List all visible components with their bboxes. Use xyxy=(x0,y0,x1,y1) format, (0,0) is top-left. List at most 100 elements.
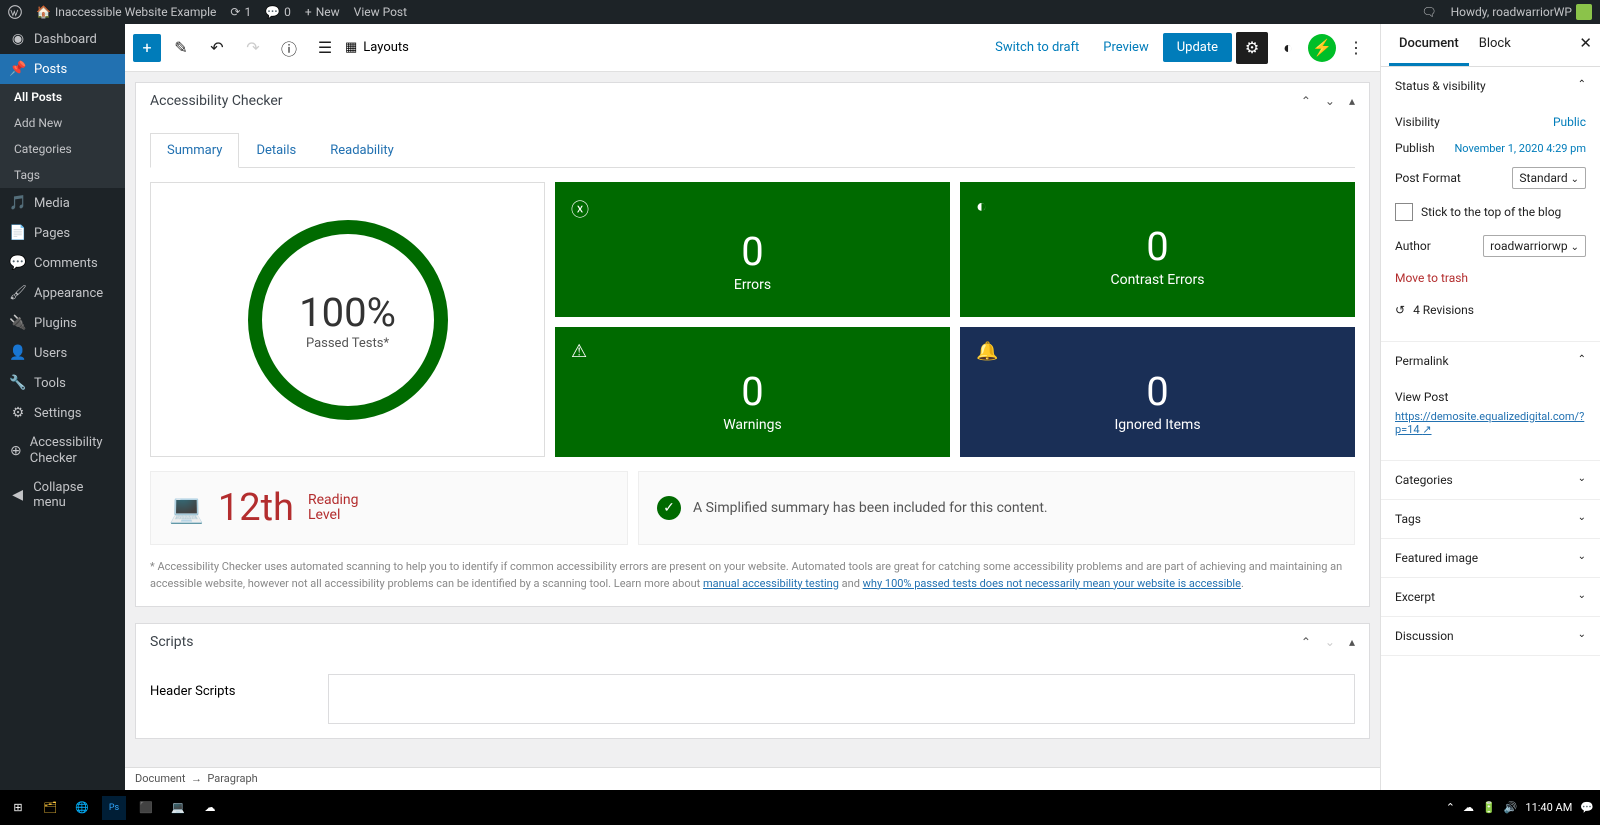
redo-button[interactable]: ↷ xyxy=(237,32,269,64)
app-icon-3[interactable]: ☁ xyxy=(198,796,222,820)
tray-volume-icon[interactable]: 🔊 xyxy=(1504,801,1518,814)
new-link[interactable]: + New xyxy=(305,5,340,19)
panel-down-icon[interactable]: ⌄ xyxy=(1325,635,1335,649)
sidebar-item-comments[interactable]: 💬 Comments xyxy=(0,248,125,278)
tab-readability[interactable]: Readability xyxy=(313,133,411,168)
app-icon-2[interactable]: 💻 xyxy=(166,796,190,820)
wp-logo-icon[interactable] xyxy=(8,5,22,19)
sidebar-item-dashboard[interactable]: ◉ Dashboard xyxy=(0,24,125,54)
status-visibility-toggle[interactable]: Status & visibility⌃ xyxy=(1381,67,1600,105)
readability-icon: 💻 xyxy=(169,492,204,525)
breadcrumb[interactable]: Document → Paragraph xyxy=(125,767,1380,790)
jetpack-icon[interactable]: ⚡ xyxy=(1308,34,1336,62)
discussion-toggle[interactable]: Discussion⌄ xyxy=(1381,617,1600,655)
sidebar-item-accessibility[interactable]: ⊕ Accessibility Checker xyxy=(0,428,125,473)
tray-icon[interactable]: 🔋 xyxy=(1482,801,1496,814)
comments-icon: 💬 xyxy=(10,255,26,271)
start-button[interactable]: ⊞ xyxy=(6,796,30,820)
tab-details[interactable]: Details xyxy=(239,133,313,168)
app-icon[interactable]: ⬛ xyxy=(134,796,158,820)
tags-toggle[interactable]: Tags⌄ xyxy=(1381,500,1600,538)
layouts-button[interactable]: ▦ Layouts xyxy=(345,40,409,55)
switch-to-draft-button[interactable]: Switch to draft xyxy=(985,34,1089,61)
tab-block[interactable]: Block xyxy=(1469,24,1521,66)
brush-icon: 🖌 xyxy=(10,285,26,301)
panel-up-icon[interactable]: ⌃ xyxy=(1301,635,1311,649)
tab-summary[interactable]: Summary xyxy=(150,133,239,168)
tray-icon[interactable]: ☁ xyxy=(1463,801,1474,814)
warning-icon: ⚠ xyxy=(571,341,934,362)
tab-document[interactable]: Document xyxy=(1389,24,1469,66)
preview-button[interactable]: Preview xyxy=(1093,34,1158,61)
tray-chevron-icon[interactable]: ⌃ xyxy=(1446,801,1455,814)
featured-image-toggle[interactable]: Featured image⌄ xyxy=(1381,539,1600,577)
site-title-link[interactable]: 🏠 Inaccessible Website Example xyxy=(36,5,216,19)
check-icon: ✓ xyxy=(657,496,681,520)
panel-up-icon[interactable]: ⌃ xyxy=(1301,94,1311,108)
publish-value[interactable]: November 1, 2020 4:29 pm xyxy=(1454,142,1586,155)
move-to-trash-button[interactable]: Move to trash xyxy=(1395,263,1586,293)
info-button[interactable]: ⓘ xyxy=(273,32,305,64)
permalink-url[interactable]: https://demosite.equalizedigital.com/?p=… xyxy=(1395,410,1586,446)
clock[interactable]: 11:40 AM xyxy=(1525,801,1572,814)
external-link-icon: ↗ xyxy=(1422,423,1431,436)
sidebar-sub-all-posts[interactable]: All Posts xyxy=(0,84,125,110)
warnings-card[interactable]: ⚠ 0 Warnings xyxy=(555,327,950,457)
ignored-items-card[interactable]: 🔔 0 Ignored Items xyxy=(960,327,1355,457)
updates-link[interactable]: ⟳ 1 xyxy=(230,5,251,19)
errors-card[interactable]: ⓧ 0 Errors xyxy=(555,182,950,317)
comments-link[interactable]: 💬 0 xyxy=(265,5,291,19)
sidebar-item-pages[interactable]: 📄 Pages xyxy=(0,218,125,248)
file-explorer-icon[interactable]: 🗂 xyxy=(38,796,62,820)
settings-toggle-button[interactable]: ⚙ xyxy=(1236,32,1268,64)
outline-button[interactable]: ☰ xyxy=(309,32,341,64)
sidebar-sub-categories[interactable]: Categories xyxy=(0,136,125,162)
chevron-down-icon: ⌄ xyxy=(1578,590,1586,604)
sidebar-sub-add-new[interactable]: Add New xyxy=(0,110,125,136)
updates-icon: ⟳ xyxy=(230,5,240,19)
yoast-icon[interactable]: ◐ xyxy=(1272,32,1304,64)
update-button[interactable]: Update xyxy=(1163,33,1232,62)
notification-icon[interactable]: 🗨 xyxy=(1421,5,1436,19)
revisions-link[interactable]: ↺ 4 Revisions xyxy=(1395,293,1586,327)
chrome-icon[interactable]: 🌐 xyxy=(70,796,94,820)
sidebar-item-settings[interactable]: ⚙ Settings xyxy=(0,398,125,428)
accessibility-checker-panel: Accessibility Checker ⌃ ⌄ ▴ Summary Deta… xyxy=(135,82,1370,607)
categories-toggle[interactable]: Categories⌄ xyxy=(1381,461,1600,499)
panel-toggle-icon[interactable]: ▴ xyxy=(1349,635,1355,649)
passed-label: Passed Tests* xyxy=(306,336,389,351)
author-select[interactable]: roadwarriorwp ⌄ xyxy=(1483,235,1586,257)
sidebar-item-posts[interactable]: 📌 Posts xyxy=(0,54,125,84)
post-format-select[interactable]: Standard ⌄ xyxy=(1512,167,1586,189)
add-block-button[interactable]: + xyxy=(133,34,161,62)
sidebar-item-appearance[interactable]: 🖌 Appearance xyxy=(0,278,125,308)
view-post-link[interactable]: View Post xyxy=(354,5,407,19)
photoshop-icon[interactable]: Ps xyxy=(102,796,126,820)
howdy-link[interactable]: Howdy, roadwarriorWP xyxy=(1451,4,1592,20)
scripts-panel-title: Scripts xyxy=(150,634,193,650)
close-settings-button[interactable]: ✕ xyxy=(1579,34,1592,52)
header-scripts-textarea[interactable] xyxy=(328,674,1355,724)
sidebar-item-plugins[interactable]: 🔌 Plugins xyxy=(0,308,125,338)
undo-button[interactable]: ↶ xyxy=(201,32,233,64)
panel-toggle-icon[interactable]: ▴ xyxy=(1349,94,1355,108)
edit-button[interactable]: ✎ xyxy=(165,32,197,64)
permalink-toggle[interactable]: Permalink⌃ xyxy=(1381,342,1600,380)
sidebar-sub-tags[interactable]: Tags xyxy=(0,162,125,188)
visibility-value[interactable]: Public xyxy=(1553,115,1586,129)
why-100-link[interactable]: why 100% passed tests does not necessari… xyxy=(863,577,1241,590)
sidebar-collapse[interactable]: ◀ Collapse menu xyxy=(0,473,125,517)
sidebar-item-users[interactable]: 👤 Users xyxy=(0,338,125,368)
excerpt-toggle[interactable]: Excerpt⌄ xyxy=(1381,578,1600,616)
stick-checkbox[interactable] xyxy=(1395,203,1413,221)
notifications-icon[interactable]: 💬 xyxy=(1580,801,1594,814)
sidebar-item-media[interactable]: 🎵 Media xyxy=(0,188,125,218)
stick-label: Stick to the top of the blog xyxy=(1421,205,1561,219)
more-menu-button[interactable]: ⋮ xyxy=(1340,32,1372,64)
panel-down-icon[interactable]: ⌄ xyxy=(1325,94,1335,108)
plugin-icon: 🔌 xyxy=(10,315,26,331)
contrast-errors-card[interactable]: ◐ 0 Contrast Errors xyxy=(960,182,1355,317)
sidebar-item-tools[interactable]: 🔧 Tools xyxy=(0,368,125,398)
manual-testing-link[interactable]: manual accessibility testing xyxy=(703,577,839,590)
admin-sidebar: ◉ Dashboard 📌 Posts All Posts Add New Ca… xyxy=(0,24,125,790)
